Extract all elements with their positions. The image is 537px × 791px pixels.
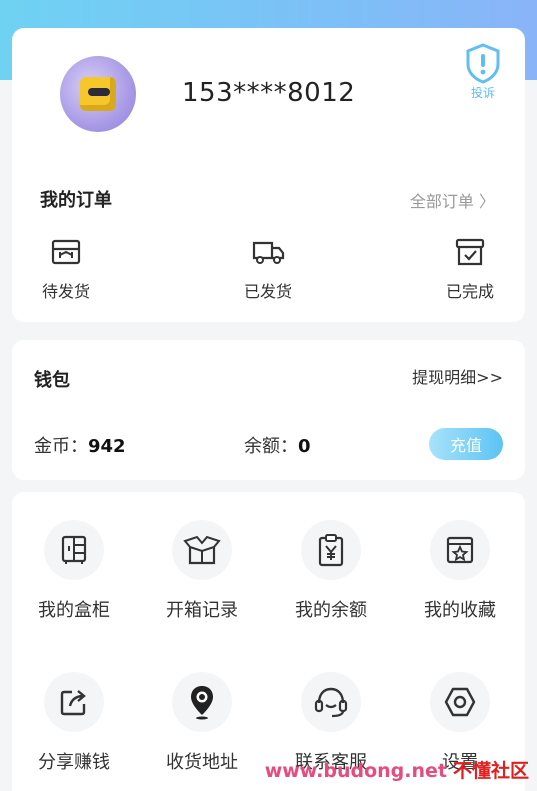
completed-box-icon: [455, 238, 485, 266]
location-pin-icon: [191, 686, 213, 720]
grid-item-label: 我的收藏: [424, 600, 496, 621]
grid-item-label: 我的盒柜: [38, 600, 110, 621]
wallet-title: 钱包: [34, 370, 70, 391]
star-box-icon: [446, 536, 474, 564]
grid-item-label: 开箱记录: [166, 600, 238, 621]
recharge-button[interactable]: 充值: [429, 428, 503, 460]
pending-shipment-icon: [51, 239, 81, 265]
wallet-card: 钱包 提现明细>> 金币：942 余额：0 充值: [12, 340, 525, 480]
order-completed[interactable]: 已完成: [430, 238, 510, 302]
withdraw-details-link[interactable]: 提现明细>>: [412, 364, 503, 388]
grid-item-shipping-address[interactable]: 收货地址: [142, 672, 262, 774]
function-grid: 我的盒柜 开箱记录 我的余额 我的收藏 分享赚钱 收货地址 联系客服 设置: [12, 492, 525, 791]
order-label: 待发货: [41, 282, 90, 301]
avatar-cube-image: [80, 77, 116, 111]
grid-item-label: 收货地址: [166, 752, 238, 773]
grid-item-unbox-records[interactable]: 开箱记录: [142, 520, 262, 622]
truck-icon: [252, 241, 285, 264]
grid-item-my-cabinet[interactable]: 我的盒柜: [14, 520, 134, 622]
watermark-name: 不懂社区: [452, 760, 529, 782]
cabinet-icon: [61, 535, 87, 564]
orders-title: 我的订单: [40, 190, 112, 211]
watermark: www.budong.net 不懂社区: [265, 756, 529, 783]
balance-stat: 余额：0: [244, 432, 311, 458]
watermark-url: www.budong.net: [264, 760, 447, 782]
phone-number: 153****8012: [182, 78, 356, 108]
settings-hex-icon: [444, 687, 476, 717]
coins-value: 942: [88, 436, 126, 457]
yuan-clipboard-icon: [318, 534, 344, 567]
grid-item-share-earn[interactable]: 分享赚钱: [14, 672, 134, 774]
share-icon: [60, 690, 86, 716]
grid-item-my-balance[interactable]: 我的余额: [271, 520, 391, 622]
profile-card: 153****8012 投诉 我的订单 全部订单 〉 待发货 已发货 已完成: [12, 28, 525, 322]
coins-stat: 金币：942: [34, 432, 126, 458]
headset-icon: [314, 687, 348, 718]
balance-label: 余额：: [244, 436, 298, 457]
complain-button[interactable]: 投诉: [459, 42, 507, 101]
open-box-icon: [183, 535, 221, 565]
order-label: 已完成: [445, 282, 494, 301]
complain-label: 投诉: [470, 86, 495, 100]
order-label: 已发货: [243, 282, 292, 301]
grid-item-my-favorites[interactable]: 我的收藏: [400, 520, 520, 622]
avatar[interactable]: [60, 56, 136, 132]
all-orders-link[interactable]: 全部订单 〉: [410, 188, 495, 212]
grid-item-label: 分享赚钱: [38, 752, 110, 773]
balance-value: 0: [298, 436, 311, 457]
order-pending-shipment[interactable]: 待发货: [26, 238, 106, 302]
coins-label: 金币：: [34, 436, 88, 457]
grid-item-label: 我的余额: [295, 600, 367, 621]
shield-alert-icon: [466, 43, 500, 84]
order-shipped[interactable]: 已发货: [228, 238, 308, 302]
